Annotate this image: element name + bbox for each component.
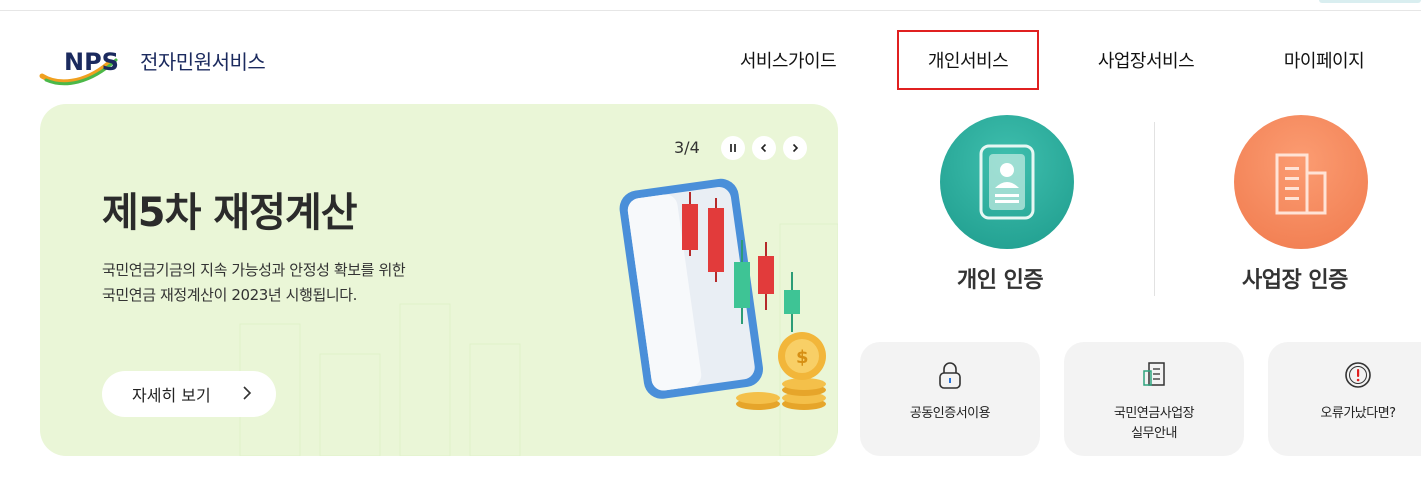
nav-service-guide[interactable]: 서비스가이드 [714, 30, 862, 90]
business-auth-button[interactable] [1234, 115, 1368, 249]
banner-description: 국민연금기금의 지속 가능성과 안정성 확보를 위한 국민연금 재정계산이 20… [102, 258, 406, 308]
slide-counter: 3/4 [674, 138, 700, 157]
chevron-right-icon [792, 143, 799, 153]
personal-auth-button[interactable] [940, 115, 1074, 249]
top-divider [0, 10, 1421, 11]
banner-title: 제5차 재정계산 [102, 190, 358, 236]
pause-icon [730, 144, 736, 152]
prev-slide-button[interactable] [752, 136, 776, 160]
quick-link-label: 오류가났다면? [1320, 406, 1396, 421]
alert-circle-icon [1345, 362, 1371, 388]
quick-link-business-guide[interactable]: 국민연금사업장 실무안내 [1064, 342, 1244, 456]
quick-link-label-line-2: 실무안내 [1131, 426, 1177, 441]
banner-desc-line-2: 국민연금 재정계산이 2023년 시행됩니다. [102, 286, 358, 304]
nav-personal-service[interactable]: 개인서비스 [897, 30, 1039, 90]
quick-link-joint-certificate[interactable]: 공동인증서이용 [860, 342, 1040, 456]
nav-business-service[interactable]: 사업장서비스 [1072, 30, 1220, 90]
quick-link-label: 공동인증서이용 [909, 406, 991, 421]
chevron-right-icon [243, 386, 252, 400]
banner-desc-line-1: 국민연금기금의 지속 가능성과 안정성 확보를 위한 [102, 261, 406, 279]
nav-my-page[interactable]: 마이페이지 [1258, 30, 1390, 90]
next-slide-button[interactable] [783, 136, 807, 160]
chevron-left-icon [760, 143, 767, 153]
view-details-label: 자세히 보기 [132, 386, 211, 405]
pause-button[interactable] [721, 136, 745, 160]
document-list-icon [1143, 362, 1165, 386]
main-nav: 서비스가이드 개인서비스 사업장서비스 마이페이지 [0, 30, 1421, 90]
personal-auth-label[interactable]: 개인 인증 [957, 262, 1044, 294]
quick-link-label-line-1: 국민연금사업장 [1113, 406, 1195, 421]
quick-link-error-help[interactable]: 오류가났다면? [1268, 342, 1421, 456]
id-card-icon [979, 144, 1035, 220]
business-auth-label[interactable]: 사업장 인증 [1242, 262, 1348, 294]
promo-banner[interactable]: 제5차 재정계산 국민연금기금의 지속 가능성과 안정성 확보를 위한 국민연금… [40, 104, 838, 456]
phone-chart-illustration: $ [619, 178, 826, 410]
lock-icon [939, 362, 961, 389]
auth-divider [1154, 122, 1155, 296]
quick-link-label: 국민연금사업장 실무안내 [1064, 404, 1244, 444]
view-details-button[interactable]: 자세히 보기 [102, 371, 276, 417]
top-utility-tab[interactable] [1319, 0, 1421, 3]
svg-text:$: $ [796, 347, 809, 368]
building-icon [1275, 153, 1327, 215]
